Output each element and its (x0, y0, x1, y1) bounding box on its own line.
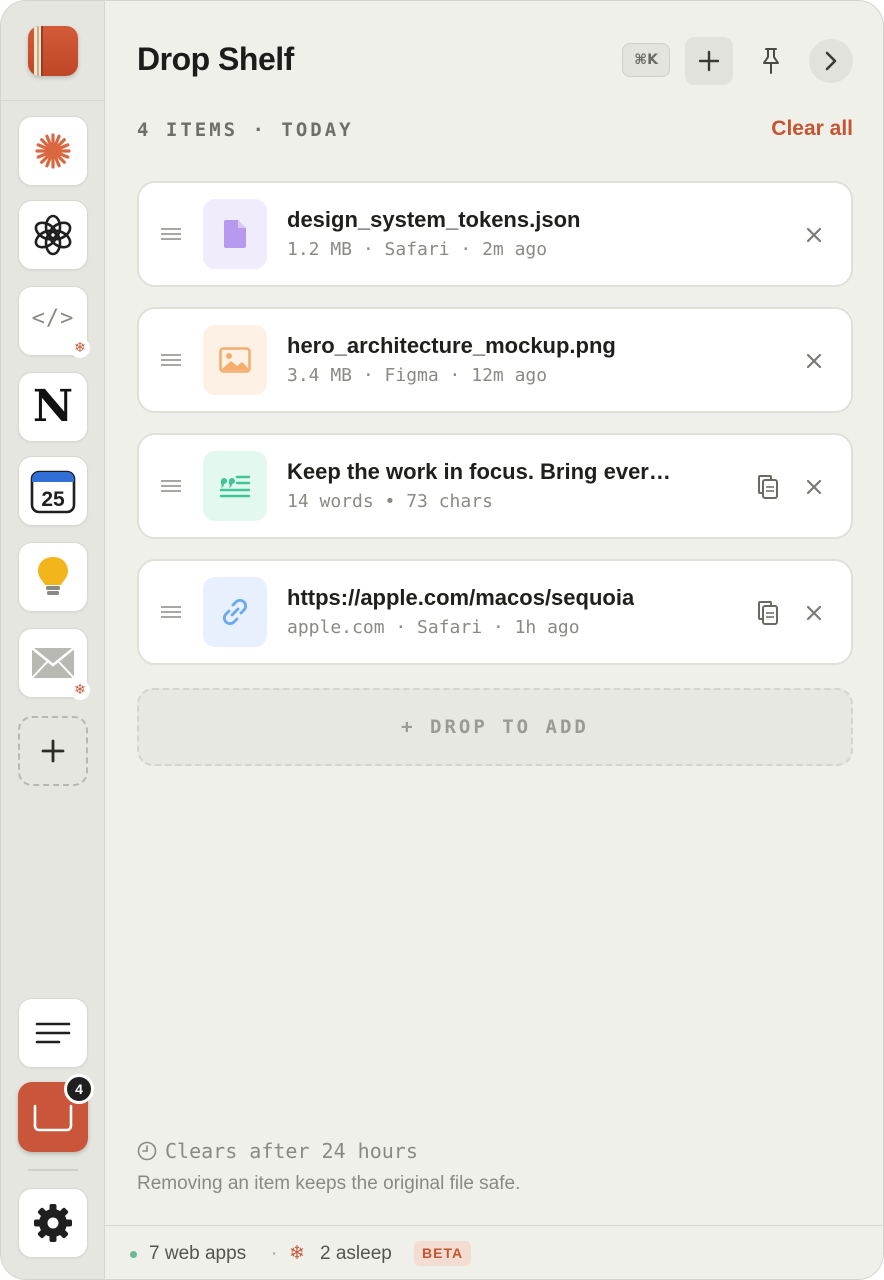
sidebar-app-notion[interactable]: N (18, 372, 88, 442)
copy-item-button[interactable] (753, 598, 783, 628)
item-meta: apple.com · Safari · 1h ago (287, 617, 580, 638)
shelf-item[interactable]: hero_architecture_mockup.png 3.4 MB · Fi… (137, 307, 853, 413)
snowflake-icon: ❄ (289, 1242, 305, 1264)
item-thumbnail (203, 577, 267, 647)
plus-icon (41, 739, 65, 763)
link-icon (222, 598, 248, 626)
item-name: Keep the work in focus. Bring ever… (287, 459, 671, 484)
app-logo[interactable] (28, 26, 78, 76)
image-icon (219, 347, 251, 373)
page-title: Drop Shelf (137, 41, 294, 77)
item-name: hero_architecture_mockup.png (287, 333, 616, 358)
snowflake-icon: ❄ (70, 338, 90, 358)
clock-icon (137, 1141, 157, 1161)
items-count-label: 4 ITEMS · TODAY (137, 119, 354, 141)
shelf-item[interactable]: https://apple.com/macos/sequoia apple.co… (137, 559, 853, 665)
close-icon (806, 479, 822, 495)
sidebar-app-mail[interactable]: ❄ (18, 628, 90, 700)
sidebar-app-ideas[interactable] (18, 542, 88, 612)
plus-icon (698, 50, 720, 72)
main-panel: Drop Shelf ⌘K 4 ITEMS · TODAY Clear all (105, 1, 883, 1279)
command-shortcut-button[interactable]: ⌘K (622, 43, 670, 77)
openai-icon (34, 214, 72, 256)
retention-label: Clears after 24 hours (165, 1139, 418, 1163)
mail-icon (31, 647, 75, 679)
shelf-item[interactable]: design_system_tokens.json 1.2 MB · Safar… (137, 181, 853, 287)
sidebar-app-code[interactable]: </> ❄ (18, 286, 90, 358)
close-icon (806, 353, 822, 369)
item-meta: 3.4 MB · Figma · 12m ago (287, 365, 548, 386)
lightbulb-icon (38, 557, 68, 595)
sidebar: </> ❄ N 25 ❄ 4 (1, 1, 105, 1279)
item-thumbnail (203, 451, 267, 521)
sidebar-divider (28, 1169, 78, 1171)
calendar-icon: 25 (30, 470, 76, 514)
drag-handle-icon[interactable] (161, 605, 181, 619)
item-name: design_system_tokens.json (287, 207, 581, 232)
sidebar-app-claude[interactable] (18, 116, 88, 186)
close-icon (806, 227, 822, 243)
chevron-right-icon (825, 51, 837, 71)
add-app-button[interactable] (18, 716, 88, 786)
sidebar-list-button[interactable] (18, 998, 88, 1068)
web-apps-count: 7 web apps (149, 1243, 247, 1264)
sidebar-header (1, 1, 105, 101)
sparkle-icon (35, 133, 71, 169)
drag-handle-icon[interactable] (161, 479, 181, 493)
pin-icon (763, 48, 779, 74)
copy-icon (758, 601, 778, 625)
beta-badge: BETA (414, 1241, 472, 1266)
snowflake-icon: ❄ (70, 680, 90, 700)
quote-icon (219, 475, 251, 498)
book-spine-icon (34, 26, 43, 76)
remove-item-button[interactable] (799, 220, 829, 250)
drop-shelf-window: </> ❄ N 25 ❄ 4 Drop Shelf ⌘K 4 ITEMS · T… (0, 0, 884, 1280)
retention-note: Removing an item keeps the original file… (137, 1173, 521, 1194)
tray-icon (33, 1104, 73, 1132)
shelf-count-badge: 4 (64, 1074, 94, 1104)
item-thumbnail (203, 199, 267, 269)
status-bar: 7 web apps · ❄ 2 asleep BETA (105, 1225, 883, 1279)
gear-icon (34, 1204, 72, 1242)
drag-handle-icon[interactable] (161, 227, 181, 241)
remove-item-button[interactable] (799, 598, 829, 628)
item-name: https://apple.com/macos/sequoia (287, 585, 635, 610)
remove-item-button[interactable] (799, 472, 829, 502)
clear-all-button[interactable]: Clear all (771, 117, 853, 141)
sidebar-app-chatgpt[interactable] (18, 200, 88, 270)
copy-icon (758, 475, 778, 499)
item-meta: 1.2 MB · Safari · 2m ago (287, 239, 548, 260)
shelf-item[interactable]: Keep the work in focus. Bring ever… 14 w… (137, 433, 853, 539)
file-icon (224, 220, 246, 248)
item-thumbnail (203, 325, 267, 395)
add-item-button[interactable] (685, 37, 733, 85)
close-icon (806, 605, 822, 621)
drop-zone[interactable]: + DROP TO ADD (137, 688, 853, 766)
retention-info: Clears after 24 hours (137, 1139, 418, 1163)
settings-button[interactable] (18, 1188, 88, 1258)
sidebar-app-calendar[interactable]: 25 (18, 456, 88, 526)
remove-item-button[interactable] (799, 346, 829, 376)
item-meta: 14 words • 73 chars (287, 491, 493, 512)
notion-icon: N (32, 381, 74, 432)
calendar-date: 25 (41, 488, 65, 511)
pin-button[interactable] (747, 37, 795, 85)
drag-handle-icon[interactable] (161, 353, 181, 367)
status-separator: · (271, 1243, 278, 1264)
online-dot-icon (130, 1251, 137, 1258)
collapse-panel-button[interactable] (809, 39, 853, 83)
asleep-count: 2 asleep (320, 1243, 392, 1264)
copy-item-button[interactable] (753, 472, 783, 502)
menu-lines-icon (35, 1022, 71, 1044)
